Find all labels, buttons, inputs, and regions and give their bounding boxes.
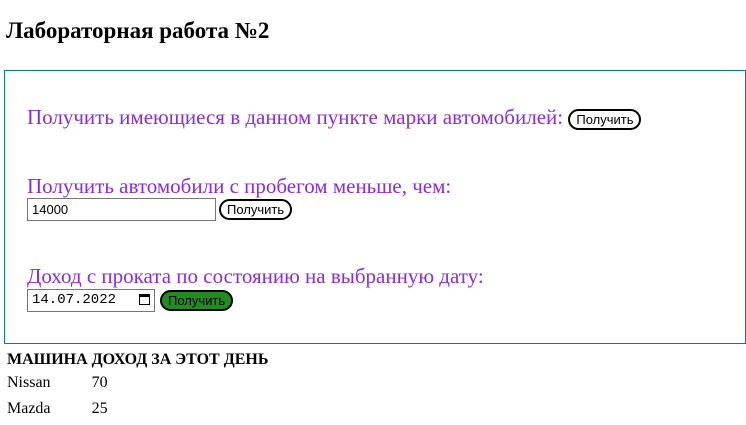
income-cell: 25 <box>91 400 108 417</box>
brands-label: Получить имеющиеся в данном пункте марки… <box>27 105 564 129</box>
column-header: МАШИНА <box>7 351 88 368</box>
page-title: Лабораторная работа №2 <box>6 18 270 43</box>
get-by-mileage-button[interactable]: Получить <box>219 199 293 220</box>
mileage-label: Получить автомобили с пробегом меньше, ч… <box>27 174 452 198</box>
date-input[interactable]: 14.07.2022 <box>27 289 155 312</box>
income-label: Доход с проката по состоянию на выбранну… <box>27 264 484 288</box>
table-row: Nissan 70 <box>5 370 270 396</box>
brands-row: Получить имеющиеся в данном пункте марки… <box>27 105 642 130</box>
get-income-button[interactable]: Получить <box>160 290 234 311</box>
table-row: Mazda 25 <box>5 396 270 422</box>
form-panel: Получить имеющиеся в данном пункте марки… <box>4 70 746 344</box>
column-header: ДОХОД ЗА ЭТОТ ДЕНЬ <box>91 351 269 368</box>
calendar-icon[interactable] <box>139 294 150 305</box>
car-cell: Mazda <box>7 400 51 417</box>
get-brands-button[interactable]: Получить <box>568 108 642 130</box>
mileage-input[interactable]: 14000 <box>27 198 216 221</box>
income-cell: 70 <box>91 374 108 391</box>
car-cell: Nissan <box>7 374 51 391</box>
date-value: 14.07.2022 <box>32 292 117 308</box>
income-table: МАШИНА ДОХОД ЗА ЭТОТ ДЕНЬ Nissan 70 Mazd… <box>5 350 270 422</box>
table-header: МАШИНА ДОХОД ЗА ЭТОТ ДЕНЬ <box>5 350 270 370</box>
